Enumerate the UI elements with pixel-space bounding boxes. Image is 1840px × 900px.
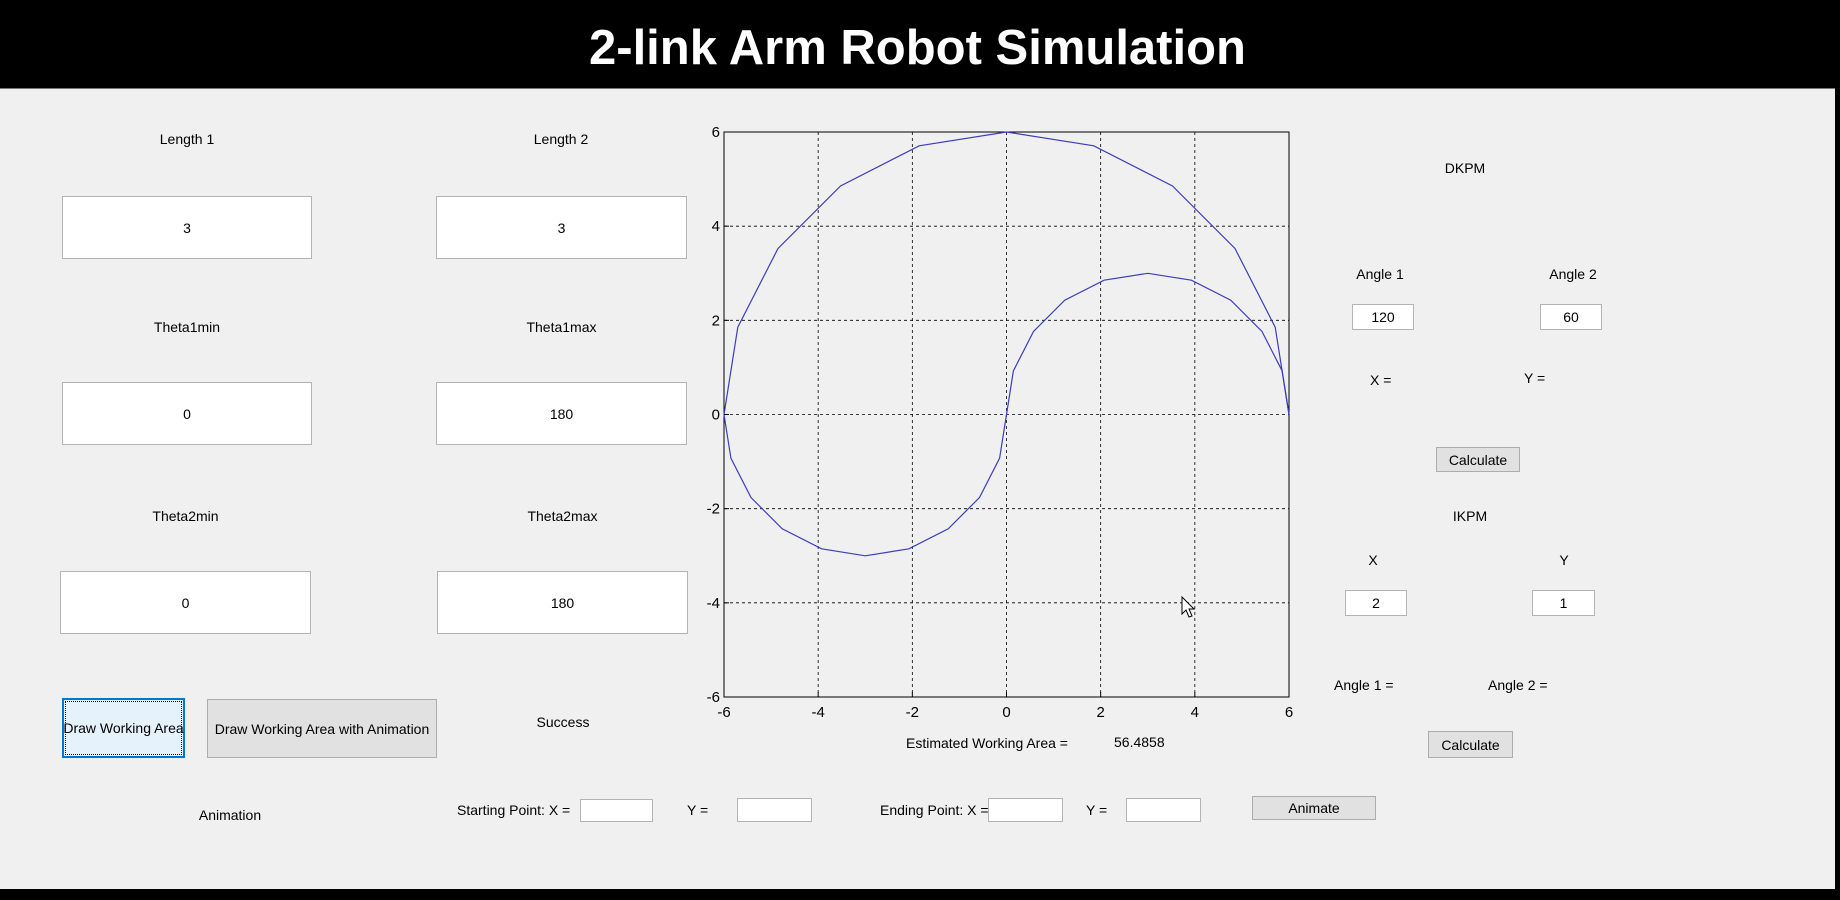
dkpm-angle2-label: Angle 2 bbox=[1549, 266, 1597, 282]
x-tick-label: -6 bbox=[717, 704, 730, 721]
x-tick-label: 2 bbox=[1096, 704, 1104, 721]
theta2max-input[interactable] bbox=[437, 571, 688, 634]
workspace-curve-3 bbox=[723, 414, 1008, 557]
x-tick-label: 0 bbox=[1002, 704, 1010, 721]
x-axis-ticks: -6 -4 -2 0 2 4 6 bbox=[717, 692, 1293, 721]
x-tick-label: -4 bbox=[811, 704, 824, 721]
theta1max-input[interactable] bbox=[436, 382, 687, 445]
draw-working-area-label: Draw Working Area bbox=[63, 720, 184, 736]
start-y-label: Y = bbox=[687, 802, 709, 818]
y-tick-label: -2 bbox=[707, 501, 720, 518]
end-x-input[interactable] bbox=[988, 798, 1063, 822]
starting-point-label: Starting Point: X = bbox=[457, 802, 571, 818]
y-tick-label: -4 bbox=[707, 595, 720, 612]
y-tick-label: 6 bbox=[712, 124, 720, 141]
mouse-cursor-icon bbox=[1181, 596, 1196, 618]
ikpm-calculate-button[interactable]: Calculate bbox=[1428, 731, 1513, 758]
animate-button[interactable]: Animate bbox=[1252, 796, 1376, 820]
theta1min-input[interactable] bbox=[62, 382, 312, 445]
start-x-input[interactable] bbox=[580, 799, 653, 822]
dkpm-calculate-button[interactable]: Calculate bbox=[1436, 447, 1520, 472]
theta1max-label: Theta1max bbox=[526, 319, 597, 335]
y-axis-ticks: -6 -4 -2 0 2 4 6 bbox=[707, 124, 729, 706]
x-tick-label: 6 bbox=[1285, 704, 1293, 721]
dkpm-angle1-input[interactable] bbox=[1352, 304, 1414, 330]
dkpm-y-result: Y = bbox=[1524, 370, 1546, 386]
ending-point-label: Ending Point: X = bbox=[880, 802, 989, 818]
ikpm-x-input[interactable] bbox=[1345, 590, 1407, 616]
ikpm-y-label: Y bbox=[1559, 552, 1569, 568]
ikpm-y-input[interactable] bbox=[1532, 590, 1595, 616]
length1-input[interactable] bbox=[62, 196, 312, 259]
app-title: 2-link Arm Robot Simulation bbox=[589, 21, 1246, 75]
animation-label: Animation bbox=[198, 807, 262, 823]
ikpm-angle2-result: Angle 2 = bbox=[1488, 677, 1548, 693]
x-tick-label: 4 bbox=[1191, 704, 1199, 721]
theta2min-input[interactable] bbox=[60, 571, 311, 634]
y-tick-label: 4 bbox=[712, 218, 720, 235]
working-area-plot: -6 -4 -2 0 2 4 6 -6 -4 -2 0 2 4 6 bbox=[707, 124, 1294, 721]
end-y-label: Y = bbox=[1086, 802, 1108, 818]
ikpm-angle1-result: Angle 1 = bbox=[1334, 677, 1394, 693]
y-tick-label: 0 bbox=[712, 407, 720, 424]
theta2max-label: Theta2max bbox=[527, 508, 598, 524]
ikpm-x-label: X bbox=[1368, 552, 1378, 568]
theta1min-label: Theta1min bbox=[153, 319, 221, 335]
y-tick-label: -6 bbox=[707, 689, 720, 706]
estimated-area-label: Estimated Working Area = bbox=[906, 735, 1068, 751]
workspace-curve-2 bbox=[1005, 272, 1290, 415]
dkpm-title: DKPM bbox=[1444, 160, 1486, 176]
length2-input[interactable] bbox=[436, 196, 687, 259]
draw-working-area-button[interactable]: Draw Working Area bbox=[62, 698, 185, 758]
dkpm-angle1-label: Angle 1 bbox=[1356, 266, 1404, 282]
end-y-input[interactable] bbox=[1126, 798, 1201, 822]
title-bar: 2-link Arm Robot Simulation bbox=[0, 8, 1835, 89]
dkpm-angle2-input[interactable] bbox=[1540, 304, 1602, 330]
theta2min-label: Theta2min bbox=[152, 508, 219, 524]
draw-with-animation-button[interactable]: Draw Working Area with Animation bbox=[207, 699, 437, 758]
ikpm-title: IKPM bbox=[1452, 508, 1488, 524]
x-tick-label: -2 bbox=[906, 704, 919, 721]
length2-label: Length 2 bbox=[533, 131, 589, 147]
dkpm-x-result: X = bbox=[1370, 372, 1392, 388]
length1-label: Length 1 bbox=[159, 131, 215, 147]
estimated-area-value: 56.4858 bbox=[1114, 734, 1165, 750]
y-tick-label: 2 bbox=[712, 312, 720, 329]
status-text: Success bbox=[536, 714, 590, 730]
start-y-input[interactable] bbox=[737, 798, 812, 822]
